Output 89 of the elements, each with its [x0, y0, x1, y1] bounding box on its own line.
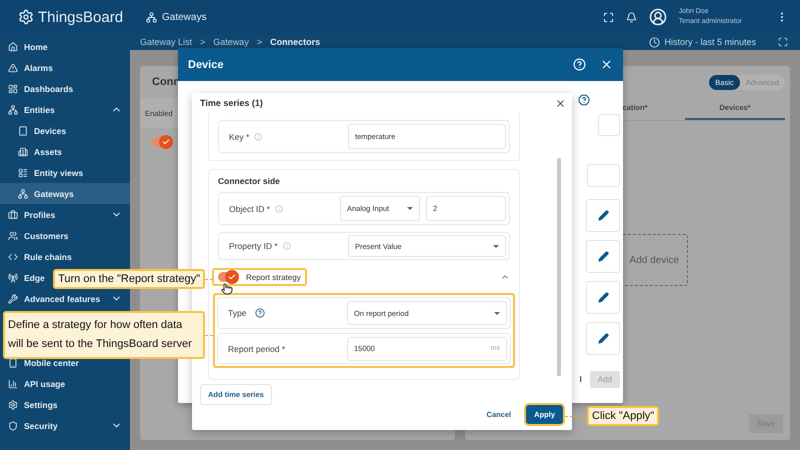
sidebar-item[interactable]: Home: [0, 36, 130, 57]
toggle-switch[interactable]: [218, 272, 236, 282]
pencil-icon: [598, 333, 608, 344]
info-icon: [275, 204, 284, 212]
nav-icon: [18, 126, 28, 136]
breadcrumb-separator: >: [200, 37, 206, 47]
sidebar-item[interactable]: Advanced features: [0, 288, 130, 309]
nav-icon: [8, 294, 18, 304]
info-icon: [282, 242, 291, 250]
nav-icon: [8, 62, 18, 72]
nav-icon: [8, 104, 18, 114]
sidebar-item[interactable]: Assets: [0, 141, 130, 162]
dialog-title: Time series (1): [200, 98, 263, 108]
sidebar-item[interactable]: Security: [0, 415, 130, 436]
nav-icon: [8, 420, 18, 430]
scrollbar[interactable]: [557, 158, 561, 376]
section-title: Gateways: [162, 12, 206, 22]
logo-icon: [18, 9, 34, 25]
field-label: Property ID *: [229, 241, 278, 251]
nav-icon: [8, 252, 18, 262]
nav-icon: [8, 84, 18, 94]
edit-button[interactable]: [586, 240, 620, 273]
pencil-icon: [598, 251, 608, 262]
caret-icon: [407, 207, 413, 210]
enabled-toggle[interactable]: [152, 137, 170, 147]
caret-icon: [494, 312, 500, 314]
pencil-icon: [598, 210, 608, 221]
sidebar-item[interactable]: Rule chains: [0, 246, 130, 267]
edit-button[interactable]: [586, 322, 620, 355]
fullscreen-icon[interactable]: [602, 12, 614, 22]
help-icon[interactable]: [578, 94, 590, 106]
sidebar-item[interactable]: API usage: [0, 373, 130, 394]
logo-text: ThingsBoard: [38, 8, 124, 26]
callout-tooltip: Click "Apply": [587, 406, 660, 426]
field-label: Object ID *: [229, 204, 270, 214]
nav-icon: [18, 188, 28, 198]
check-icon: [228, 273, 236, 281]
report-strategy-switch[interactable]: Report strategy: [212, 268, 307, 286]
nav-icon: [8, 230, 18, 240]
info-icon: [254, 132, 262, 140]
input-field[interactable]: [598, 114, 620, 136]
cancel-link[interactable]: l: [580, 375, 582, 384]
nav-icon: [18, 168, 28, 178]
breadcrumb-link[interactable]: Connectors: [270, 37, 320, 47]
field-label: Key *: [229, 132, 250, 142]
field-label: Report period *: [228, 344, 286, 354]
section-title: Connector side: [218, 176, 281, 186]
sidebar-item[interactable]: Entities: [0, 99, 130, 120]
cursor-icon: [221, 283, 233, 295]
help-icon[interactable]: [255, 308, 266, 318]
nav-icon: [8, 358, 18, 368]
sidebar-item[interactable]: Devices: [0, 120, 130, 141]
leader-line: [205, 279, 213, 281]
input-field[interactable]: [587, 164, 620, 187]
sidebar-item[interactable]: Gateways: [0, 183, 130, 204]
edit-button[interactable]: [586, 199, 620, 232]
caret-icon: [493, 244, 499, 248]
pencil-icon: [598, 292, 608, 303]
close-icon[interactable]: [555, 98, 566, 108]
section-icon: [146, 12, 157, 22]
sidebar-item[interactable]: Entity views: [0, 162, 130, 183]
field-label: Type: [228, 308, 246, 318]
callout-tooltip: Define a strategy for how often data will be sent to the ThingsBoard server: [3, 311, 205, 359]
nav-icon: [8, 272, 18, 282]
sidebar-item[interactable]: Profiles: [0, 204, 130, 225]
breadcrumb-link[interactable]: Gateway List: [140, 37, 192, 47]
nav-icon: [8, 400, 18, 410]
sidebar-item[interactable]: Dashboards: [0, 78, 130, 99]
history-label[interactable]: History - last 5 minutes: [664, 37, 756, 47]
check-icon: [162, 138, 170, 146]
close-icon[interactable]: [600, 58, 613, 71]
fullscreen-icon[interactable]: [778, 37, 788, 47]
clock-icon: [649, 36, 660, 48]
breadcrumb-separator: >: [256, 37, 262, 47]
leader-line: [565, 416, 587, 418]
nav-icon: [8, 210, 18, 220]
sidebar-item[interactable]: Alarms: [0, 57, 130, 78]
nav-icon: [18, 146, 28, 156]
callout-tooltip: Turn on the "Report strategy": [53, 269, 205, 289]
nav-icon: [8, 378, 18, 388]
notifications-icon[interactable]: [626, 12, 637, 22]
avatar-icon[interactable]: [648, 8, 667, 26]
breadcrumb-link[interactable]: Gateway: [213, 37, 249, 47]
sidebar-item[interactable]: Settings: [0, 394, 130, 415]
nav-icon: [8, 42, 18, 52]
edit-button[interactable]: [586, 281, 620, 314]
sidebar-item[interactable]: Customers: [0, 225, 130, 246]
dialog-title: Device: [188, 58, 224, 70]
leader-line: [205, 335, 213, 337]
